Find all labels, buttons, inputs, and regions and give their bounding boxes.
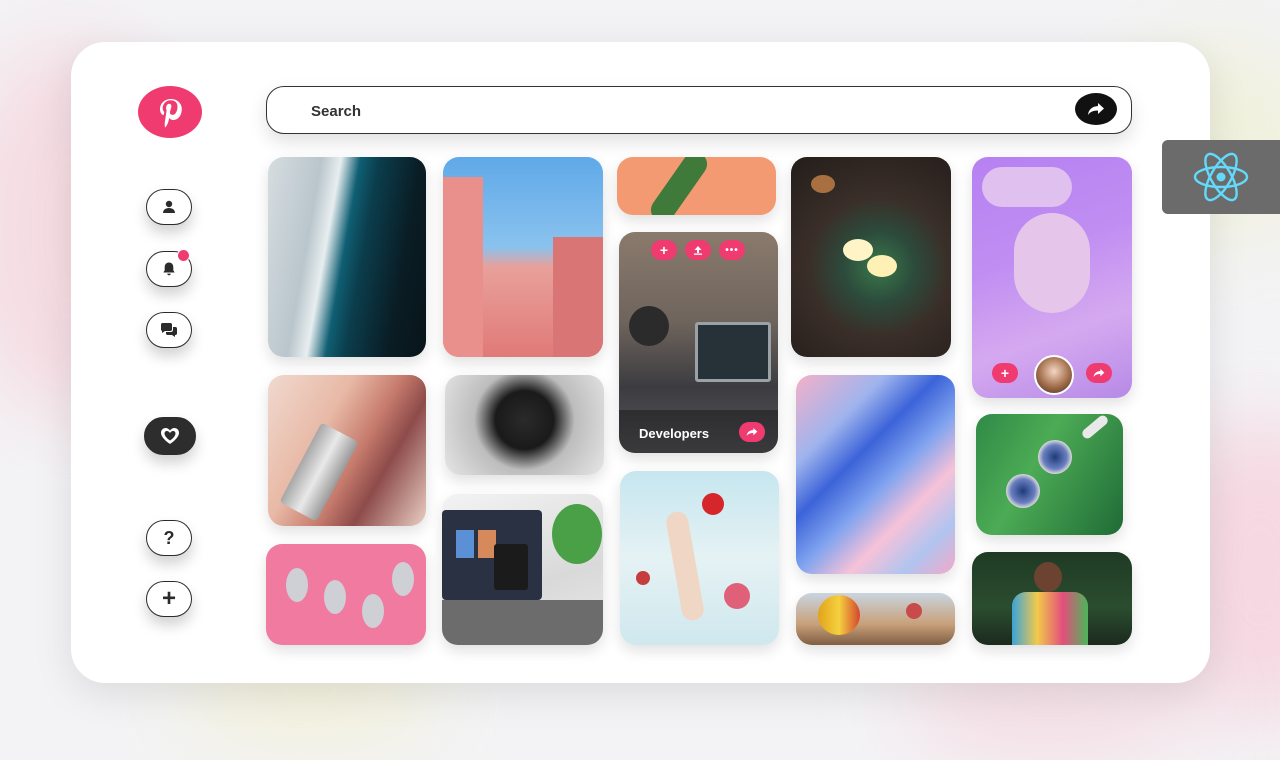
help-button[interactable]: ? xyxy=(146,520,192,556)
pin-gem-earrings[interactable] xyxy=(976,414,1123,535)
pin-flowers-hand[interactable] xyxy=(620,471,779,645)
user-icon xyxy=(163,200,175,213)
upload-pin-button[interactable] xyxy=(685,240,711,260)
notification-badge xyxy=(177,249,190,262)
share-arrow-icon xyxy=(746,428,758,436)
pin-ocean-waves[interactable] xyxy=(268,157,426,357)
pin-purple-portrait[interactable]: + xyxy=(972,157,1132,398)
pin-food-eggs[interactable] xyxy=(791,157,951,357)
pin-marble-art[interactable] xyxy=(796,375,955,574)
messages-button[interactable] xyxy=(146,312,192,348)
pin-earrings-pink[interactable] xyxy=(266,544,426,645)
upload-icon xyxy=(694,246,702,255)
more-icon: ••• xyxy=(725,244,739,256)
favorites-button[interactable] xyxy=(144,417,196,455)
search-submit-button[interactable] xyxy=(1075,93,1117,125)
pin-pug[interactable] xyxy=(445,375,604,475)
heart-icon xyxy=(161,428,179,444)
pin-lipstick[interactable] xyxy=(268,375,426,526)
save-pin-button[interactable]: + xyxy=(992,363,1018,383)
share-arrow-icon xyxy=(1093,369,1105,377)
plus-icon: + xyxy=(1000,365,1010,381)
pin-balloons[interactable] xyxy=(796,593,955,645)
plus-icon: + xyxy=(161,585,176,612)
pin-plant-orange[interactable] xyxy=(617,157,776,215)
search-input[interactable] xyxy=(309,97,1053,125)
save-pin-button[interactable]: + xyxy=(651,240,677,260)
share-arrow-icon xyxy=(1088,103,1104,115)
pin-developers[interactable]: + ••• Developers xyxy=(619,232,778,453)
pin-laptop-phone[interactable] xyxy=(442,494,603,645)
share-pin-button[interactable] xyxy=(739,422,765,442)
profile-button[interactable] xyxy=(146,189,192,225)
react-badge xyxy=(1162,140,1280,214)
pinterest-icon xyxy=(160,99,182,128)
pinterest-logo[interactable] xyxy=(138,86,202,138)
share-pin-button[interactable] xyxy=(1086,363,1112,383)
pin-caption: Developers xyxy=(639,426,710,441)
chat-icon xyxy=(161,323,177,337)
react-icon xyxy=(1193,152,1249,202)
pin-woman-plants[interactable] xyxy=(972,552,1132,645)
plus-icon: + xyxy=(659,242,669,258)
more-options-button[interactable]: ••• xyxy=(719,240,745,260)
search-bar xyxy=(266,86,1132,134)
pin-pink-building[interactable] xyxy=(443,157,603,357)
bell-icon xyxy=(163,262,175,276)
avatar[interactable] xyxy=(1034,355,1074,395)
create-button[interactable]: + xyxy=(146,581,192,617)
question-icon: ? xyxy=(163,527,175,548)
notifications-button[interactable] xyxy=(146,249,192,287)
